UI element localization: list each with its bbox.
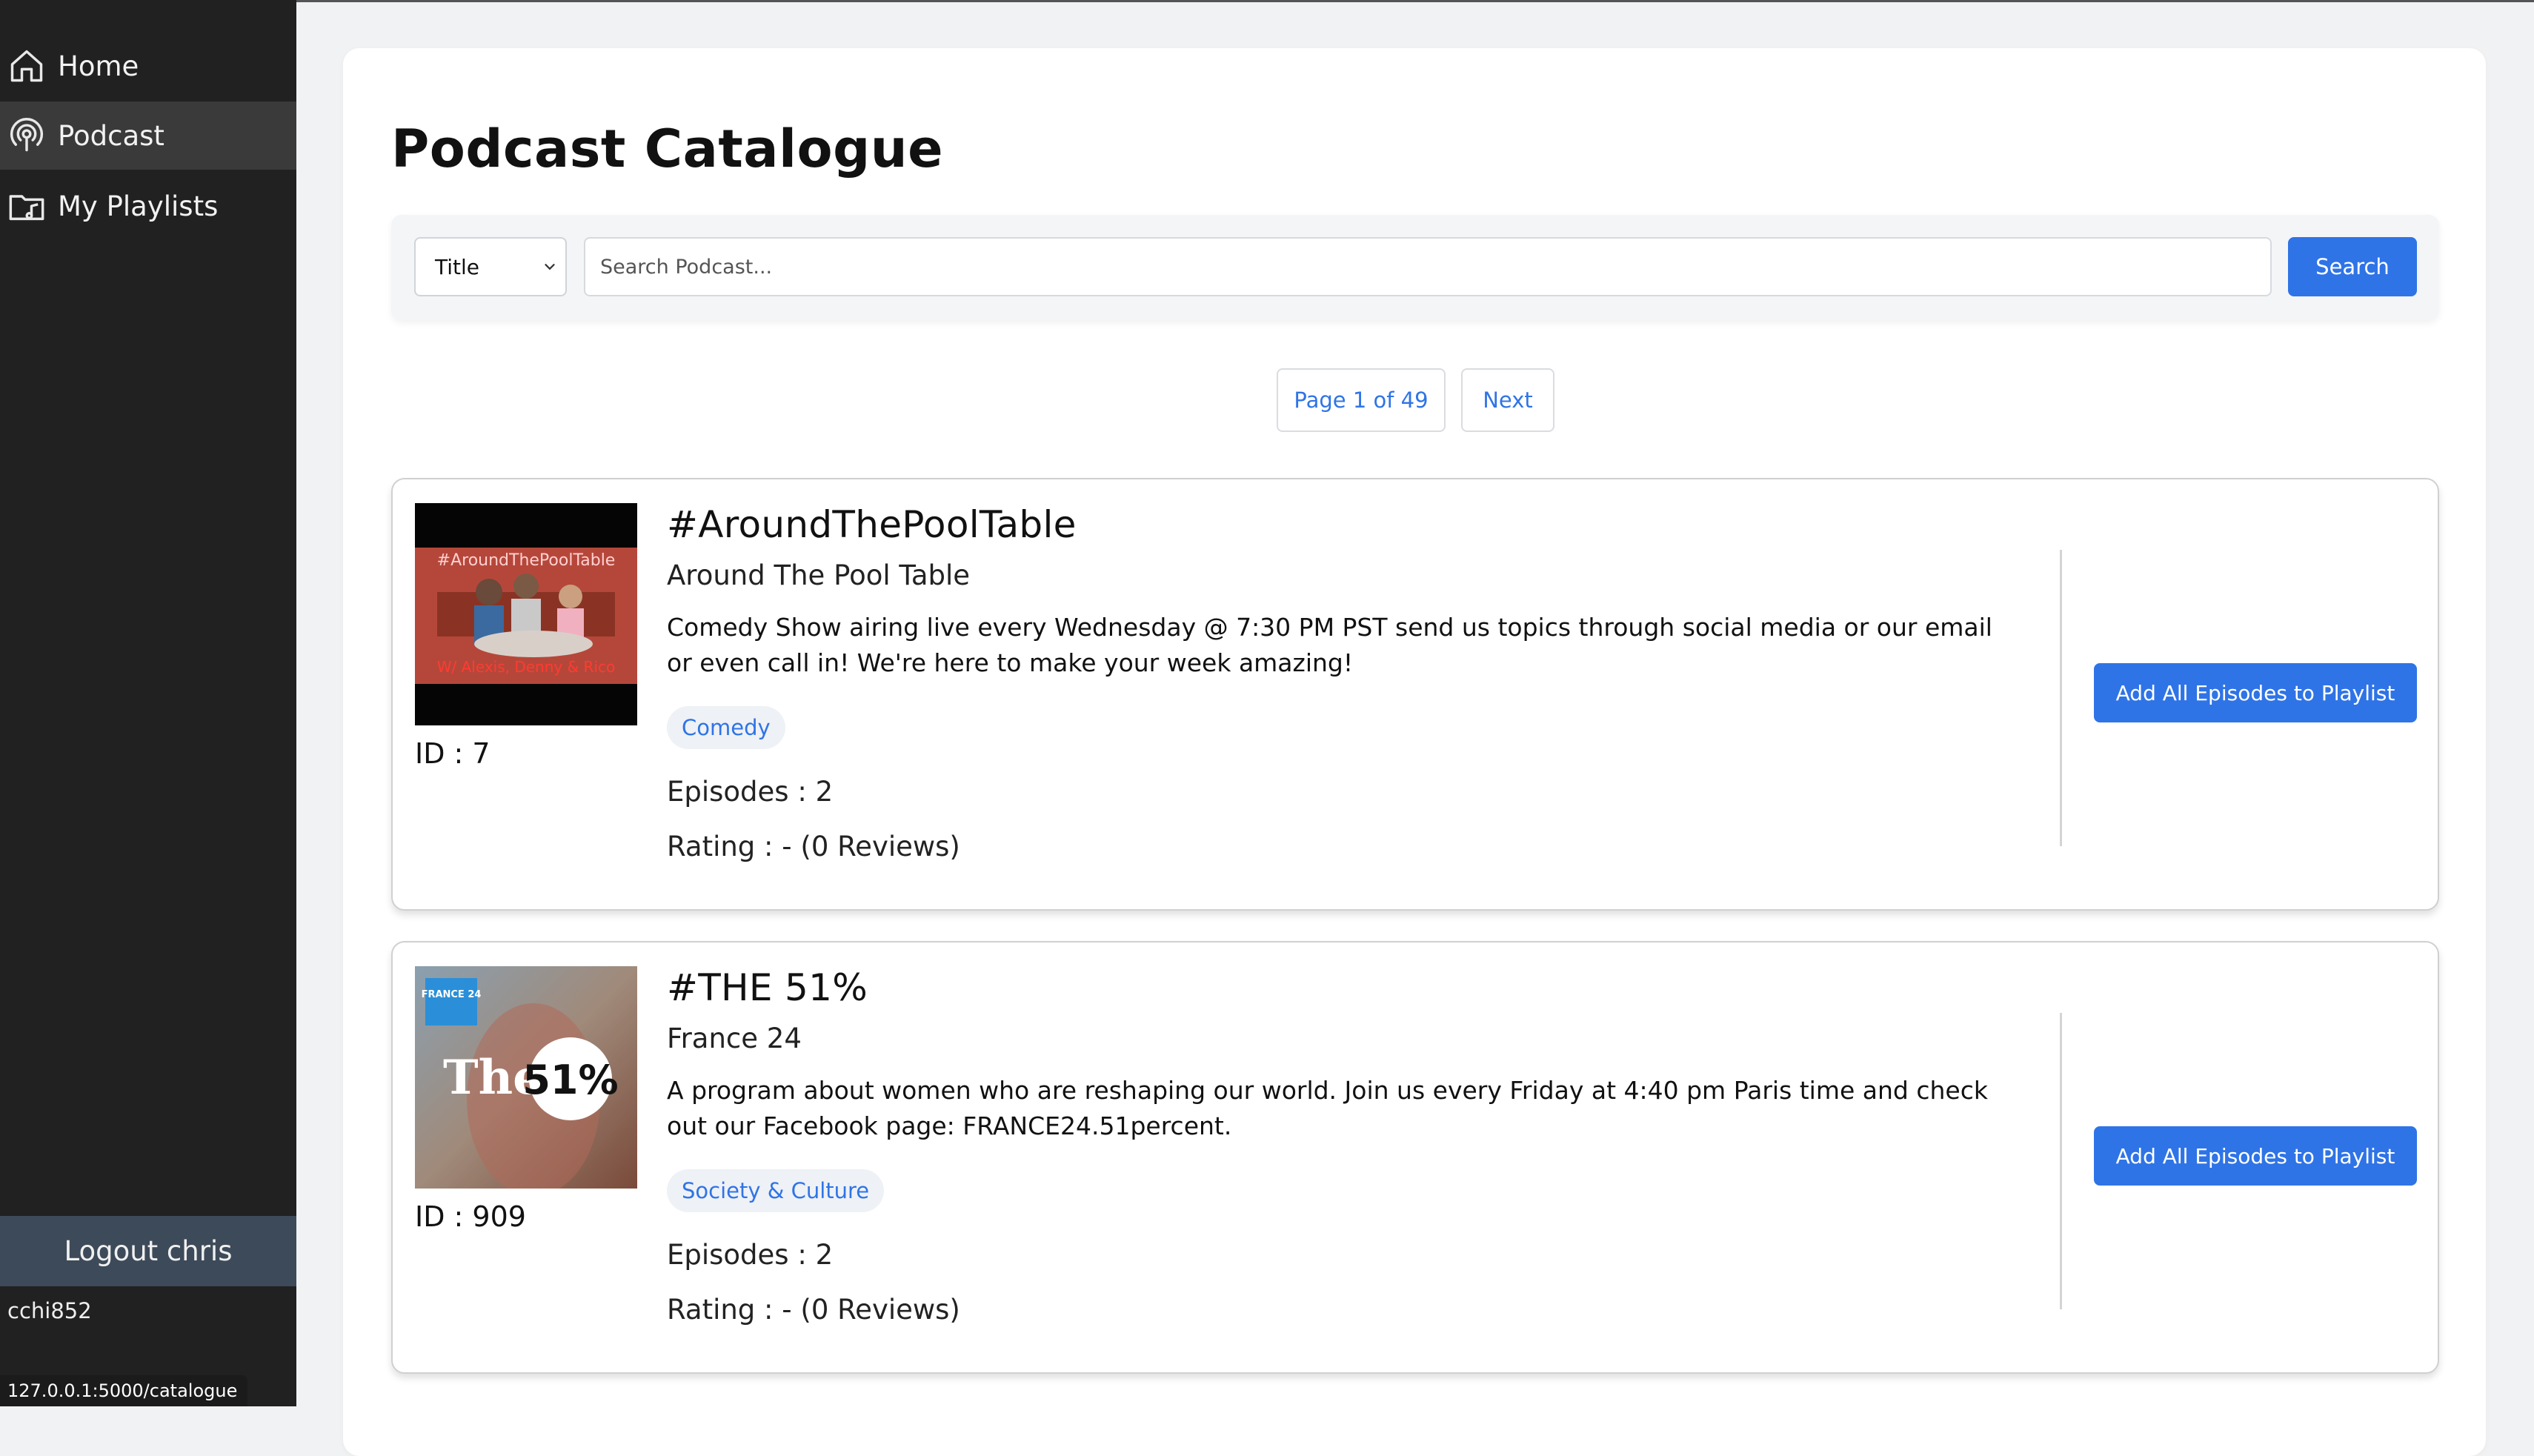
podcast-description: A program about women who are reshaping … bbox=[667, 1076, 1988, 1140]
sidebar-item-home[interactable]: Home bbox=[0, 32, 296, 100]
add-all-episodes-button[interactable]: Add All Episodes to Playlist bbox=[2094, 1126, 2417, 1186]
search-filter-value: Title bbox=[435, 254, 480, 279]
thumbnail-text-circle: 51% bbox=[522, 1057, 618, 1103]
sidebar-item-label: My Playlists bbox=[58, 190, 219, 222]
sidebar-item-podcast[interactable]: Podcast bbox=[0, 102, 296, 170]
search-filter-select[interactable]: Title bbox=[414, 237, 567, 296]
podcast-icon bbox=[6, 115, 47, 156]
next-page-button[interactable]: Next bbox=[1461, 368, 1554, 432]
card-divider bbox=[2060, 1013, 2062, 1309]
category-tag[interactable]: Society & Culture bbox=[667, 1169, 885, 1212]
thumbnail-text-bottom: W/ Alexis, Denny & Rico bbox=[437, 658, 615, 676]
podcast-episodes: Episodes : 2 bbox=[667, 1239, 834, 1271]
search-input[interactable] bbox=[584, 237, 2272, 296]
category-tag[interactable]: Comedy bbox=[667, 706, 785, 749]
podcast-episodes: Episodes : 2 bbox=[667, 776, 834, 808]
card-divider bbox=[2060, 550, 2062, 846]
sidebar-item-label: Podcast bbox=[58, 119, 164, 152]
podcast-id: ID : 7 bbox=[415, 737, 490, 770]
page-title: Podcast Catalogue bbox=[391, 119, 944, 179]
podcast-rating: Rating : - (0 Reviews) bbox=[667, 1294, 960, 1326]
france24-logo bbox=[425, 978, 477, 1025]
podcast-card: FRANCE 24 The 51% ID : 909 #THE 51% Fran… bbox=[391, 941, 2439, 1374]
sidebar-item-label: Home bbox=[58, 50, 139, 82]
podcast-author: Around The Pool Table bbox=[667, 559, 971, 591]
podcast-title: #AroundThePoolTable bbox=[667, 503, 1077, 546]
podcast-card: #AroundThePoolTable W/ Alexis, Denny & R… bbox=[391, 478, 2439, 911]
page-indicator-button[interactable]: Page 1 of 49 bbox=[1277, 368, 1446, 432]
thumbnail-logo-text: FRANCE 24 bbox=[422, 989, 482, 1000]
status-url: 127.0.0.1:5000/catalogue bbox=[0, 1375, 248, 1406]
podcast-thumbnail: #AroundThePoolTable W/ Alexis, Denny & R… bbox=[415, 503, 637, 725]
podcast-title: #THE 51% bbox=[667, 966, 868, 1009]
podcast-description: Comedy Show airing live every Wednesday … bbox=[667, 613, 1992, 677]
playlist-icon bbox=[6, 185, 47, 227]
thumbnail-text-top: #AroundThePoolTable bbox=[437, 551, 616, 570]
podcast-author: France 24 bbox=[667, 1023, 802, 1054]
sidebar-item-my-playlists[interactable]: My Playlists bbox=[0, 172, 296, 240]
podcast-thumbnail: FRANCE 24 The 51% bbox=[415, 966, 637, 1189]
logout-button[interactable]: Logout chris bbox=[0, 1216, 296, 1286]
home-icon bbox=[6, 45, 47, 87]
search-button[interactable]: Search bbox=[2288, 237, 2417, 296]
top-border bbox=[0, 0, 2534, 2]
sidebar: Home Podcast My Playlists Logout chris c… bbox=[0, 0, 296, 1406]
podcast-rating: Rating : - (0 Reviews) bbox=[667, 831, 960, 862]
add-all-episodes-button[interactable]: Add All Episodes to Playlist bbox=[2094, 663, 2417, 722]
username-label: cchi852 bbox=[7, 1298, 92, 1323]
chevron-down-icon bbox=[545, 264, 555, 270]
podcast-id: ID : 909 bbox=[415, 1200, 526, 1233]
